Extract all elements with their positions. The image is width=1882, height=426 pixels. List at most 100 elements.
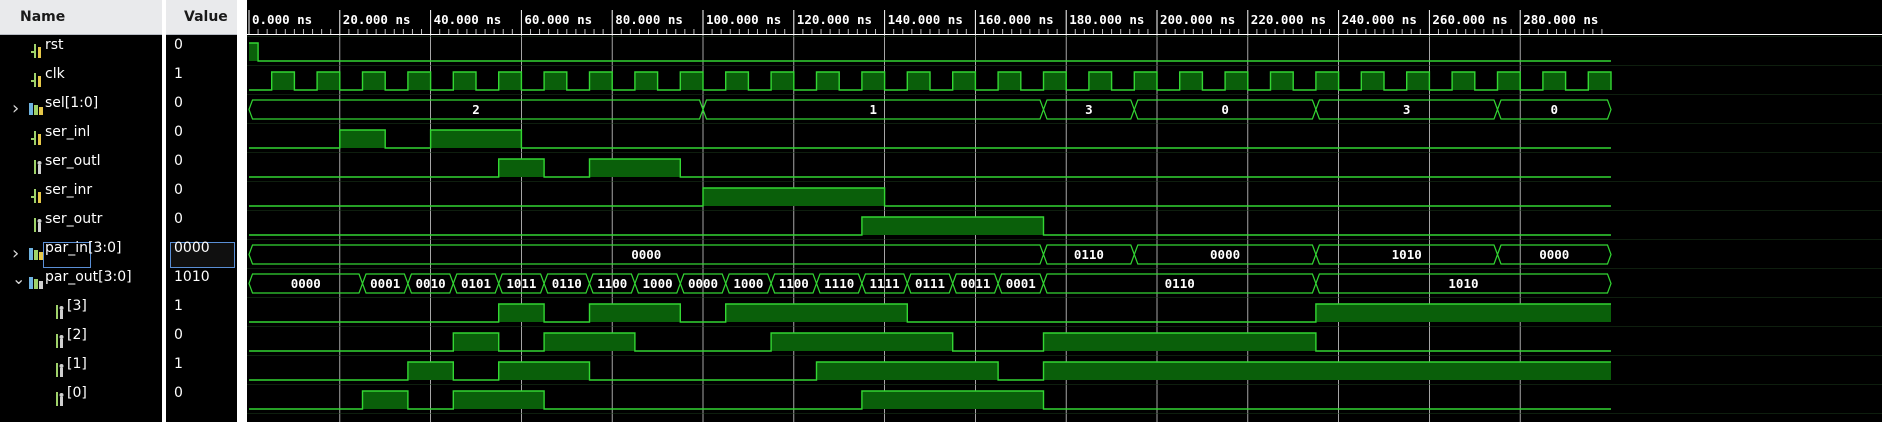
signal-row[interactable]: [2] 0 [0,327,247,356]
signal-value: 0 [174,153,183,169]
signal-value: 1 [174,298,183,314]
signal-name: [1] [67,356,87,372]
signal-row[interactable]: ser_inr 0 [0,182,247,211]
bus-value-label: 0011 [960,276,990,291]
bus-waveform-par_in[3:0]: 0000 0110 0000 1010 0000 [248,244,1612,265]
bus-value-label: 0000 [688,276,718,291]
signal-name: ser_outr [45,211,103,227]
bus-value-label: 0010 [416,276,446,291]
bus-value-label: 0000 [1210,247,1240,262]
bit-input-icon [30,72,44,88]
tick-label: 260.000 ns [1432,12,1507,27]
waveform-[3] [249,303,1611,323]
signal-row[interactable]: rst 0 [0,37,247,66]
tick-label: 80.000 ns [615,12,683,27]
signal-value: 0 [174,327,183,343]
bit-output-icon [52,391,66,407]
bus-value-label: 0 [1221,102,1229,117]
signal-value: 1 [174,66,183,82]
bus-value-label: 1010 [1392,247,1422,262]
signal-name: sel[1:0] [45,95,99,111]
waveform-ser_outl [249,158,1611,178]
signal-name: [3] [67,298,87,314]
bus-value-label: 0110 [1074,247,1104,262]
bus-value-label: 1000 [733,276,763,291]
bus-value-label: 1111 [870,276,900,291]
bit-input-icon [30,130,44,146]
bus-waveform-sel[1:0]: 2 1 3 0 3 0 [248,99,1612,120]
bus-value-label: 0101 [461,276,491,291]
bus-value-label: 2 [472,102,480,117]
tick-label: 120.000 ns [797,12,872,27]
waveform-panel[interactable]: 0.000 ns 20.000 ns 40.000 ns 60.000 ns 80.00… [247,0,1882,422]
signal-row[interactable]: › par_in[3:0] 0000 [0,240,247,269]
signal-row[interactable]: ser_outl 0 [0,153,247,182]
signal-name: par_in[3:0] [45,240,122,256]
bus-value-label: 0110 [1165,276,1195,291]
bus-input-icon [28,101,43,117]
waveform-ser_inl [249,129,1611,149]
bus-value-label: 1 [869,102,877,117]
waveform-rst [249,42,1611,62]
bit-output-icon [30,217,44,233]
signal-row[interactable]: [0] 0 [0,385,247,414]
bit-input-icon [30,43,44,59]
tick-label: 20.000 ns [343,12,411,27]
bus-value-label: 1110 [824,276,854,291]
bus-value-label: 3 [1403,102,1411,117]
tick-label: 140.000 ns [888,12,963,27]
name-column-header[interactable]: Name [0,0,162,35]
tick-label: 280.000 ns [1523,12,1598,27]
waveform-ser_outr [249,216,1611,236]
signal-row[interactable]: clk 1 [0,66,247,95]
signal-value: 0 [174,37,183,53]
waveform-[0] [249,390,1611,410]
bus-value-label: 0 [1550,102,1558,117]
signal-row[interactable]: [3] 1 [0,298,247,327]
signal-row[interactable]: ser_outr 0 [0,211,247,240]
waveform-canvas[interactable]: 0.000 ns 20.000 ns 40.000 ns 60.000 ns 80.00… [247,0,1882,422]
bus-value-label: 0001 [370,276,400,291]
signal-name: par_out[3:0] [45,269,132,285]
bit-output-icon [30,159,44,175]
bit-output-icon [52,333,66,349]
signal-row[interactable]: ⌄ par_out[3:0] 1010 [0,269,247,298]
bit-output-icon [52,362,66,378]
collapse-chevron-icon[interactable]: ⌄ [12,264,25,293]
signal-value: 0000 [174,240,210,256]
expand-chevron-icon[interactable]: › [12,94,19,123]
bus-value-label: 1000 [643,276,673,291]
tick-label: 40.000 ns [434,12,502,27]
bit-input-icon [30,188,44,204]
signal-name: ser_inl [45,124,91,140]
signal-value: 1010 [174,269,210,285]
tick-label: 180.000 ns [1069,12,1144,27]
signal-row[interactable]: [1] 1 [0,356,247,385]
bus-value-label: 1011 [506,276,536,291]
signal-name: ser_inr [45,182,93,198]
signal-name: rst [45,37,64,53]
tick-label: 200.000 ns [1160,12,1235,27]
value-column-header[interactable]: Value [166,0,237,35]
bus-value-label: 0000 [1539,247,1569,262]
signal-value: 0 [174,95,183,111]
signal-value: 0 [174,385,183,401]
waveform-viewer: Name Value rst 0 clk 1 › sel[1:0] 0 ser_inl 0 ser… [0,0,1882,422]
tick-label: 60.000 ns [524,12,592,27]
bit-output-icon [52,304,66,320]
signal-row[interactable]: › sel[1:0] 0 [0,95,247,124]
bus-value-label: 0001 [1006,276,1036,291]
signal-row[interactable]: ser_inl 0 [0,124,247,153]
tick-label: 160.000 ns [978,12,1053,27]
bus-value-label: 1100 [597,276,627,291]
waveform-ser_inr [249,187,1611,207]
bus-waveform-par_out[3:0]: 0000 0001 0010 0101 1011 0110 1100 1000 0000 1000… [248,273,1612,294]
tick-label: 0.000 ns [252,12,312,27]
bus-input-icon [28,246,43,262]
tick-label: 240.000 ns [1342,12,1417,27]
tick-label: 220.000 ns [1251,12,1326,27]
bus-value-label: 0111 [915,276,945,291]
signal-name: clk [45,66,65,82]
signal-value: 0 [174,182,183,198]
waveform-[2] [249,332,1611,352]
